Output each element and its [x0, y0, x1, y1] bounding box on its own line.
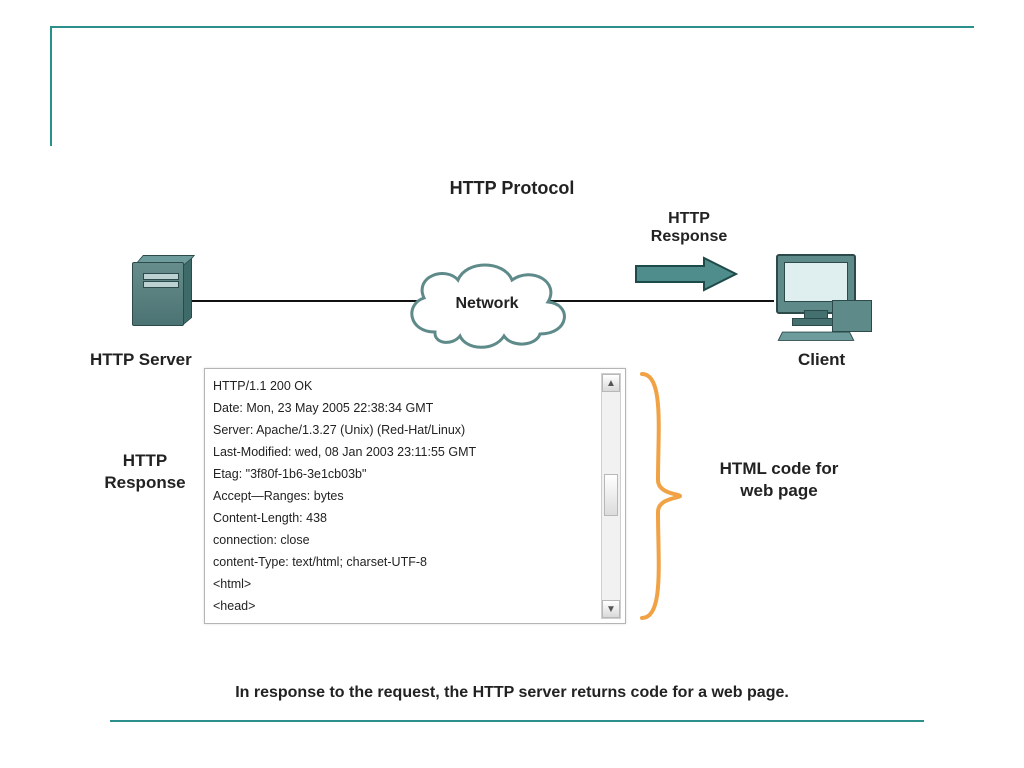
- curly-brace-icon: [636, 370, 682, 622]
- response-left-label: HTTP Response: [90, 450, 200, 494]
- bottom-rule: [110, 720, 924, 722]
- scrollbar-track[interactable]: ▲ ▼: [601, 373, 621, 619]
- scroll-thumb[interactable]: [604, 474, 618, 516]
- network-label: Network: [400, 254, 574, 354]
- scroll-up-button[interactable]: ▲: [602, 374, 620, 392]
- slide: HTTP Protocol HTTP Server Network HTTP R…: [0, 0, 1024, 768]
- arrow-label: HTTP Response: [624, 210, 754, 246]
- http-response-text: HTTP/1.1 200 OK Date: Mon, 23 May 2005 2…: [211, 375, 599, 617]
- http-response-box: HTTP/1.1 200 OK Date: Mon, 23 May 2005 2…: [204, 368, 626, 624]
- diagram-title: HTTP Protocol: [0, 178, 1024, 199]
- client-label: Client: [798, 350, 845, 370]
- server-label: HTTP Server: [90, 350, 192, 370]
- frame-left-border: [50, 26, 52, 146]
- scroll-down-button[interactable]: ▼: [602, 600, 620, 618]
- server-icon: [128, 258, 192, 334]
- network-cloud-icon: Network: [400, 254, 574, 354]
- frame-top-border: [50, 26, 974, 28]
- response-right-label: HTML code for web page: [694, 458, 864, 502]
- diagram-caption: In response to the request, the HTTP ser…: [0, 684, 1024, 702]
- http-response-arrow-icon: [634, 256, 740, 292]
- client-computer-icon: [774, 254, 870, 342]
